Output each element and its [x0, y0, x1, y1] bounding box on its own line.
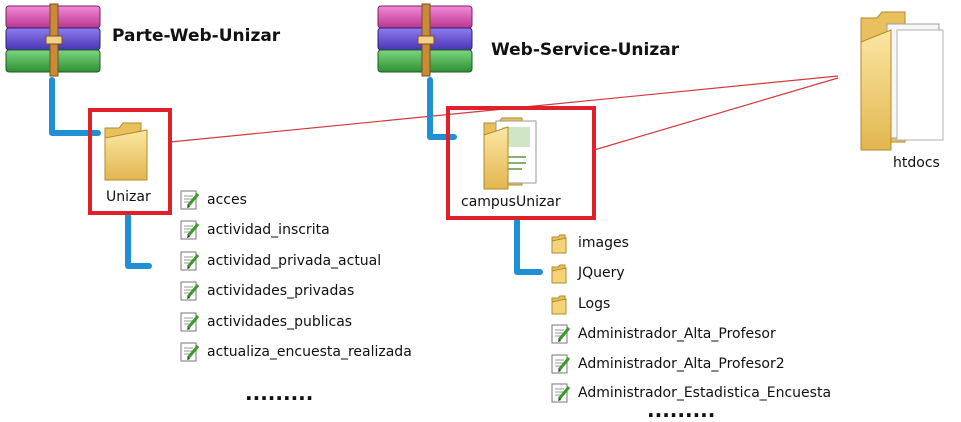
folder-with-documents-icon	[483, 117, 537, 190]
ellipsis-campus: .........	[647, 398, 716, 422]
list-item[interactable]: JQuery	[550, 261, 625, 285]
list-item[interactable]: actividades_privadas	[179, 279, 354, 303]
list-item[interactable]: actualiza_encuesta_realizada	[179, 340, 412, 364]
connector-campus-items	[514, 218, 543, 275]
php-script-icon	[551, 324, 571, 343]
php-script-icon	[180, 312, 200, 331]
list-item[interactable]: acces	[179, 188, 247, 212]
folder-icon	[104, 122, 148, 181]
list-item[interactable]: Administrador_Alta_Profesor2	[550, 352, 785, 376]
list-item[interactable]: actividades_publicas	[179, 310, 352, 334]
archive-title-web-service: Web-Service-Unizar	[491, 40, 680, 60]
folder-label-campus: campusUnizar	[461, 194, 561, 210]
php-script-icon	[551, 354, 571, 373]
folder-icon	[551, 264, 567, 283]
folder-label-unizar: Unizar	[106, 189, 151, 205]
php-script-icon	[180, 342, 200, 361]
open-folder-icon	[860, 11, 944, 151]
php-script-icon	[180, 281, 200, 300]
ellipsis-unizar: .........	[245, 381, 314, 405]
winrar-archive-icon	[5, 3, 101, 77]
list-item[interactable]: Logs	[550, 292, 610, 316]
folder-icon	[551, 234, 567, 253]
connector-unizar-files	[125, 213, 152, 269]
php-script-icon	[180, 251, 200, 270]
list-item[interactable]: actividad_privada_actual	[179, 249, 381, 273]
list-item[interactable]: Administrador_Alta_Profesor	[550, 322, 776, 346]
winrar-archive-icon	[377, 3, 473, 77]
php-script-icon	[551, 383, 571, 402]
link-campus-htdocs	[593, 77, 839, 151]
php-script-icon	[180, 190, 200, 209]
list-item[interactable]: images	[550, 231, 629, 255]
folder-label-htdocs: htdocs	[893, 155, 940, 171]
php-script-icon	[180, 220, 200, 239]
list-item[interactable]: actividad_inscrita	[179, 218, 330, 242]
archive-title-parte-web: Parte-Web-Unizar	[112, 26, 281, 46]
folder-icon	[551, 295, 567, 314]
